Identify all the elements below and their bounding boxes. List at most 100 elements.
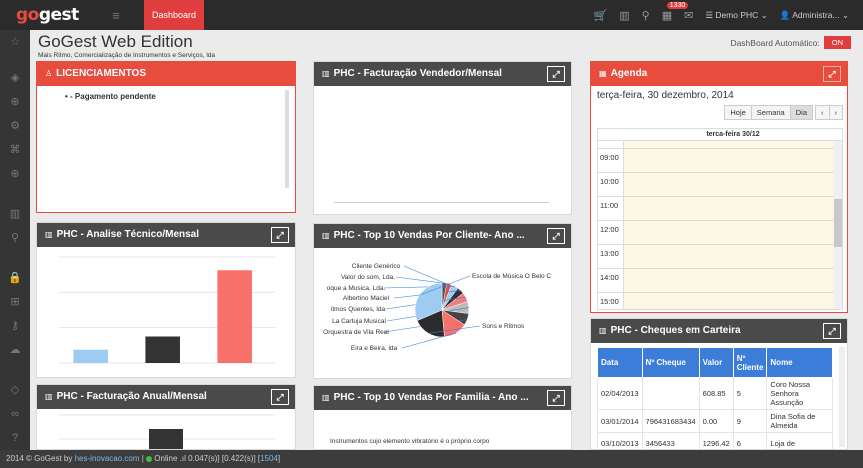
menu-toggle-icon[interactable]: ≡ bbox=[88, 8, 144, 23]
cheques-panel: ▥ PHC - Cheques em Carteira ⤢ Data Nº Cheq… bbox=[590, 318, 848, 450]
plus-circle-icon[interactable]: ⊕ bbox=[0, 162, 30, 186]
bar-chart-icon: ▥ bbox=[322, 393, 330, 402]
calendar-day-header: terca-feira 30/12 bbox=[598, 129, 842, 141]
dashboard-tab[interactable]: Dashboard bbox=[144, 0, 205, 30]
day-calendar: terca-feira 30/12 09:00 10:00 11:00 12:0… bbox=[597, 128, 843, 310]
calendar-icon[interactable]: ▦ 1330 bbox=[662, 1, 689, 22]
pie-label: Sons e Ritmos bbox=[482, 323, 525, 330]
top-bar: gogest ≡ Dashboard 🛒 ▥ ⚲ ▦ 1330 ✉ ☰ Demo … bbox=[0, 0, 863, 30]
expand-icon[interactable]: ⤢ bbox=[271, 227, 289, 243]
tag2-icon[interactable]: ◇ bbox=[0, 378, 30, 402]
layers-icon[interactable]: ◈ bbox=[0, 66, 30, 90]
help-icon[interactable]: ? bbox=[0, 426, 30, 450]
top10-cliente-pie-chart: Cliente Genérico Valor do som, Lda. oque a… bbox=[323, 263, 551, 352]
auto-dashboard: DashBoard Automático: ON bbox=[730, 36, 851, 49]
gogest-logo[interactable]: gogest bbox=[0, 5, 88, 25]
sidebar: ☆ ◈ ⊕ ⚙ ⌘ ⊕ ▥ ⚲ 🔒 ⊞ ⚷ ☁ ◇ ∞ ? bbox=[0, 30, 30, 450]
key-icon[interactable]: ⚷ bbox=[0, 314, 30, 338]
pie-label: Escola de Música O Belo C bbox=[472, 273, 551, 280]
auto-dashboard-label: DashBoard Automático: bbox=[730, 37, 820, 48]
user-icon: ♙ bbox=[45, 69, 53, 78]
cheques-title: PHC - Cheques em Carteira bbox=[610, 325, 741, 336]
top10-cliente-title: PHC - Top 10 Vendas Por Cliente- Ano ... bbox=[333, 230, 525, 241]
col-data[interactable]: Data bbox=[597, 347, 643, 378]
bar-chart-icon: ▥ bbox=[45, 392, 53, 401]
week-button[interactable]: Semana bbox=[750, 105, 791, 120]
pie-label: La Cartuja Musical bbox=[332, 318, 386, 325]
bar bbox=[73, 349, 108, 363]
top10-cliente-panel: ▥ PHC - Top 10 Vendas Por Cliente- Ano ..… bbox=[313, 223, 572, 379]
expand-icon[interactable]: ⤢ bbox=[271, 389, 289, 405]
scrollbar[interactable] bbox=[285, 90, 289, 188]
today-button[interactable]: Hoje bbox=[724, 105, 752, 120]
footer-link[interactable]: hes-inovacao.com bbox=[75, 454, 140, 463]
fact-vendedor-panel: ▥ PHC - Facturação Vendedor/Mensal ⤢ bbox=[313, 61, 572, 215]
pie-label: Valor do som, Lda. bbox=[341, 274, 395, 281]
lock-icon[interactable]: 🔒 bbox=[0, 266, 30, 290]
notification-badge: 1330 bbox=[666, 1, 689, 9]
analise-bar-chart bbox=[59, 256, 275, 364]
cog-icon[interactable]: ⚙ bbox=[0, 114, 30, 138]
chart-icon[interactable]: ▥ bbox=[619, 9, 629, 22]
mail-icon[interactable]: ✉ bbox=[684, 9, 693, 22]
fact-anual-title: PHC - Facturação Anual/Mensal bbox=[56, 391, 207, 402]
col-cliente[interactable]: Nº Cliente bbox=[732, 347, 768, 378]
bar-chart-icon: ▥ bbox=[322, 69, 330, 78]
cart-sidebar-icon[interactable]: ⊞ bbox=[0, 290, 30, 314]
top10-familia-panel: ▥ PHC - Top 10 Vendas Por Familia - Ano .… bbox=[313, 385, 572, 450]
agenda-panel: ▦ Agenda ⤢ terça-feira, 30 dezembro, 2014 … bbox=[590, 61, 848, 313]
cloud-icon[interactable]: ☁ bbox=[0, 338, 30, 362]
bar bbox=[145, 336, 180, 363]
star-icon[interactable]: ☆ bbox=[0, 30, 30, 54]
expand-icon[interactable]: ⤢ bbox=[823, 323, 841, 339]
online-icon bbox=[146, 455, 153, 462]
footer: 2014 © GoGest by hes-inovacao.com | Onli… bbox=[0, 450, 863, 468]
expand-icon[interactable]: ⤢ bbox=[547, 66, 565, 82]
calendar-slot[interactable]: 09:00 bbox=[598, 149, 842, 173]
calendar-slot[interactable]: 10:00 bbox=[598, 173, 842, 197]
prev-button[interactable]: ‹ bbox=[815, 105, 830, 120]
user-menu[interactable]: 👤 Administra... ⌄ bbox=[780, 10, 849, 21]
expand-icon[interactable]: ⤢ bbox=[547, 228, 565, 244]
map-pin-icon[interactable]: ⚲ bbox=[0, 226, 30, 250]
table-row[interactable]: 03/10/2013 3456433 1296.42 6 Loja de bbox=[597, 432, 833, 449]
agenda-title: Agenda bbox=[610, 68, 648, 79]
top10-familia-title: PHC - Top 10 Vendas Por Familia - Ano ..… bbox=[333, 392, 529, 403]
calendar-slot[interactable]: 15:00 bbox=[598, 293, 842, 309]
location-icon[interactable]: ⚲ bbox=[642, 9, 650, 22]
col-valor[interactable]: Valor bbox=[698, 347, 734, 378]
cart-icon[interactable]: 🛒 bbox=[594, 9, 608, 22]
table-row[interactable]: 03/01/2014 796431683434 0.00 9 Dina Sofia de… bbox=[597, 409, 833, 433]
pie-label: Cliente Genérico bbox=[352, 263, 401, 270]
bar-chart-icon[interactable]: ▥ bbox=[0, 202, 30, 226]
footer-counter[interactable]: 1504 bbox=[260, 454, 278, 463]
expand-icon[interactable]: ⤢ bbox=[823, 66, 841, 82]
pie-label: Orquestra de Vila Real bbox=[323, 329, 389, 336]
licenciamentos-panel: ♙ LICENCIAMENTOS • - Pagamento pendente bbox=[36, 61, 296, 213]
company-menu[interactable]: ☰ Demo PHC ⌄ bbox=[705, 10, 767, 21]
col-cheque[interactable]: Nº Cheque bbox=[641, 347, 700, 378]
calendar-slot[interactable]: 12:00 bbox=[598, 221, 842, 245]
calendar-scrollbar[interactable] bbox=[834, 141, 842, 309]
table-row[interactable]: 02/04/2013 608.85 5 Coro Nossa Senhora Assu… bbox=[597, 377, 833, 410]
analise-panel: ▥ PHC - Analise Técnico/Mensal ⤢ bbox=[36, 222, 296, 378]
expand-icon[interactable]: ⤢ bbox=[547, 390, 565, 406]
calendar-slot[interactable]: 13:00 bbox=[598, 245, 842, 269]
bar bbox=[217, 270, 252, 363]
crosshair-icon[interactable]: ⊕ bbox=[0, 90, 30, 114]
analise-title: PHC - Analise Técnico/Mensal bbox=[56, 229, 200, 240]
auto-dashboard-toggle[interactable]: ON bbox=[823, 36, 851, 49]
calendar-slot[interactable]: 11:00 bbox=[598, 197, 842, 221]
bar-chart-icon: ▥ bbox=[599, 326, 607, 335]
cheques-scrollbar[interactable] bbox=[839, 347, 845, 447]
col-nome[interactable]: Nome bbox=[766, 347, 833, 378]
bar-chart-icon: ▥ bbox=[45, 230, 53, 239]
link-icon[interactable]: ∞ bbox=[0, 402, 30, 426]
next-button[interactable]: › bbox=[828, 105, 843, 120]
pie-label: itmos Quentes, lda bbox=[331, 306, 386, 313]
tag-icon[interactable]: ⌘ bbox=[0, 138, 30, 162]
page-subtitle: Mais Ritmo, Comercialização de Instrumen… bbox=[38, 52, 216, 59]
licenciamentos-title: LICENCIAMENTOS bbox=[56, 68, 146, 79]
calendar-slot[interactable]: 14:00 bbox=[598, 269, 842, 293]
day-button[interactable]: Dia bbox=[789, 105, 813, 120]
